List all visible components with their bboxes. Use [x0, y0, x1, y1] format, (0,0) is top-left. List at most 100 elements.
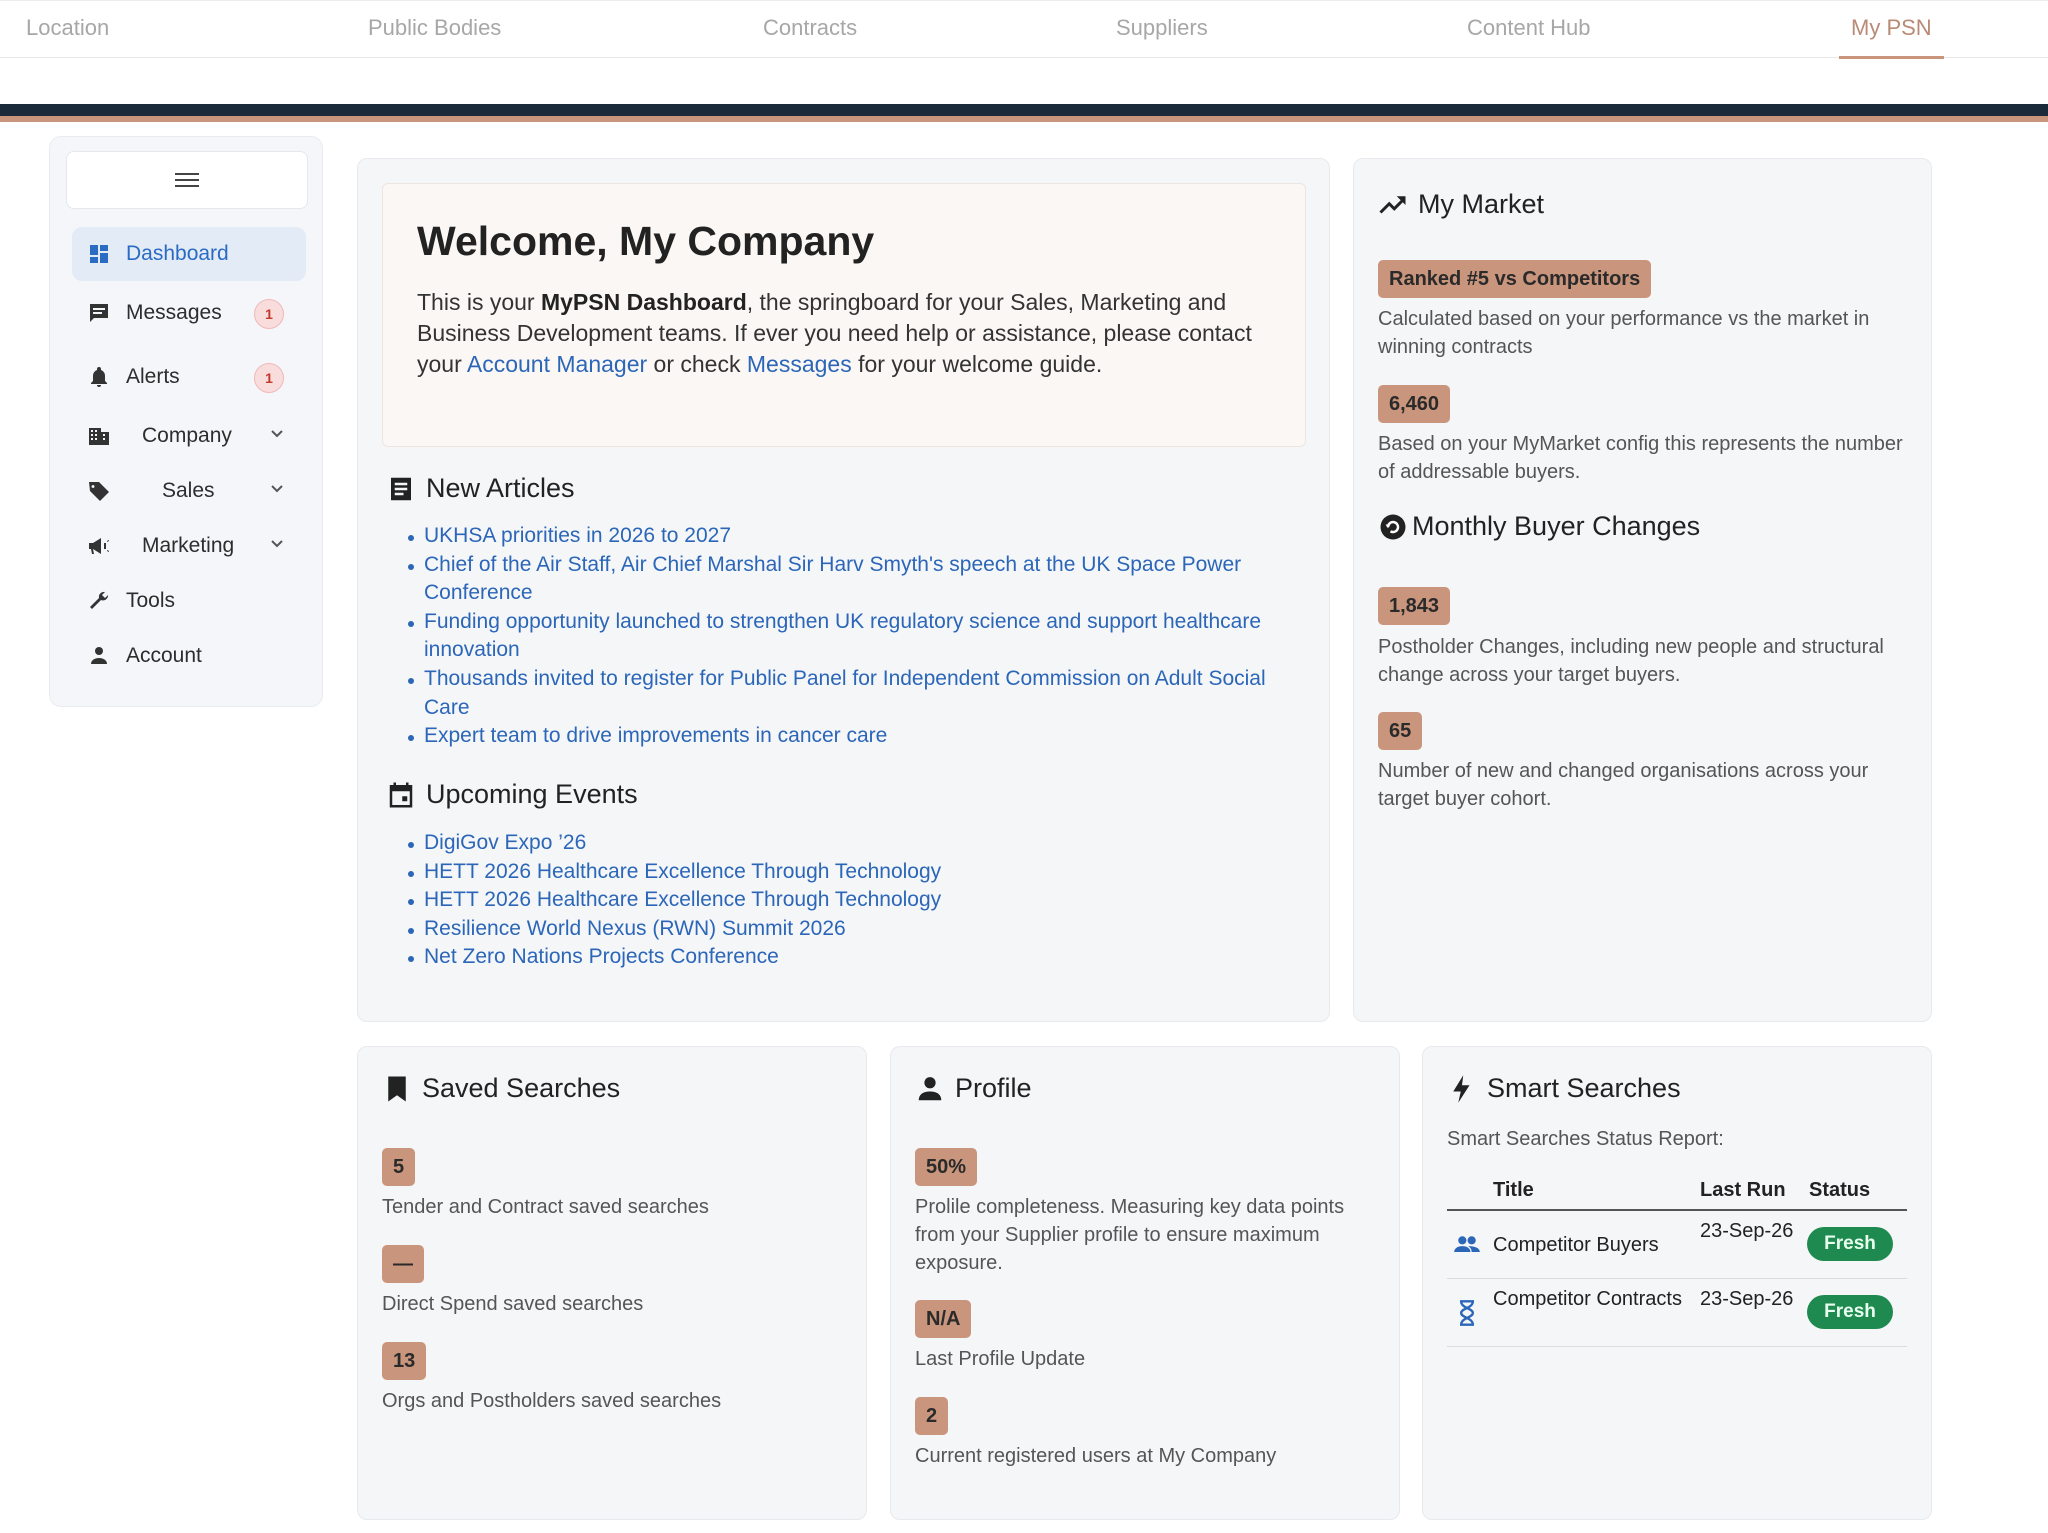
- event-link[interactable]: HETT 2026 Healthcare Excellence Through …: [404, 886, 1304, 915]
- direct-spend-count-badge: —: [382, 1245, 424, 1283]
- account-manager-link[interactable]: Account Manager: [467, 351, 647, 377]
- menu-toggle-button[interactable]: [66, 151, 308, 209]
- last-profile-update-description: Last Profile Update: [915, 1348, 1086, 1370]
- profile-completeness-description: Prolile completeness. Measuring key data…: [915, 1196, 1345, 1274]
- event-link[interactable]: DigiGov Expo ’26: [404, 829, 1304, 858]
- section-title: Smart Searches: [1487, 1073, 1681, 1103]
- registered-users-description: Current registered users at My Company: [915, 1445, 1277, 1467]
- sidebar-item-label: Tools: [126, 589, 176, 612]
- articles-list: UKHSA priorities in 2026 to 2027 Chief o…: [404, 522, 1304, 751]
- sidebar-item-tools[interactable]: Tools: [72, 574, 306, 628]
- article-link[interactable]: Expert team to drive improvements in can…: [404, 722, 1304, 751]
- nav-suppliers[interactable]: Suppliers: [1116, 15, 1208, 59]
- dashboard-icon: [86, 241, 112, 267]
- event-link[interactable]: Net Zero Nations Projects Conference: [404, 943, 1304, 972]
- header-accent-bar: [0, 116, 2048, 122]
- monthly-buyer-changes-heading: Monthly Buyer Changes: [1378, 511, 1700, 542]
- welcome-panel: Welcome, My Company This is your MyPSN D…: [357, 158, 1330, 1022]
- header-dark-bar: [0, 104, 2048, 116]
- sidebar-item-marketing[interactable]: Marketing: [72, 519, 306, 573]
- tender-saved-count-badge: 5: [382, 1148, 416, 1186]
- sidebar-item-label: Company: [142, 424, 232, 447]
- registered-users-badge: 2: [915, 1397, 949, 1435]
- smart-searches-table: Title Last Run Status Competitor Buyers …: [1447, 1175, 1907, 1347]
- orgs-saved-description: Orgs and Postholders saved searches: [382, 1390, 722, 1412]
- row-title: Competitor Contracts: [1493, 1288, 1682, 1310]
- message-icon: [86, 300, 112, 326]
- table-header: Title Last Run Status: [1447, 1175, 1907, 1211]
- people-icon: [1454, 1236, 1480, 1252]
- my-market-heading: My Market: [1378, 189, 1544, 220]
- event-link[interactable]: Resilience World Nexus (RWN) Summit 2026: [404, 915, 1304, 944]
- bookmark-icon: [388, 1076, 406, 1101]
- sidebar-item-alerts[interactable]: Alerts 1: [72, 350, 306, 404]
- section-title: Saved Searches: [422, 1073, 621, 1103]
- profile-heading: Profile: [915, 1073, 1032, 1104]
- postholder-description: Postholder Changes, including new people…: [1378, 636, 1884, 686]
- nav-public-bodies[interactable]: Public Bodies: [368, 15, 501, 59]
- last-profile-update-badge: N/A: [915, 1300, 972, 1338]
- row-last-run: 23-Sep-26: [1700, 1220, 1794, 1242]
- smart-searches-heading: Smart Searches: [1447, 1073, 1681, 1104]
- buyers-count-badge: 6,460: [1378, 385, 1451, 423]
- refresh-icon: [1380, 514, 1406, 539]
- org-changes-badge: 65: [1378, 712, 1423, 750]
- nav-contracts[interactable]: Contracts: [763, 15, 857, 59]
- nav-my-psn[interactable]: My PSN: [1839, 15, 1944, 59]
- orgs-saved-count-badge: 13: [382, 1342, 427, 1380]
- article-link[interactable]: Chief of the Air Staff, Air Chief Marsha…: [404, 551, 1304, 608]
- row-title: Competitor Buyers: [1493, 1234, 1659, 1256]
- person-icon: [86, 643, 112, 669]
- sidebar-item-dashboard[interactable]: Dashboard: [72, 227, 306, 281]
- column-title: Title: [1493, 1179, 1534, 1201]
- my-market-panel: My Market Ranked #5 vs Competitors Calcu…: [1353, 158, 1932, 1022]
- sidebar-item-label: Sales: [162, 479, 215, 502]
- article-link[interactable]: UKHSA priorities in 2026 to 2027: [404, 522, 1304, 551]
- article-link[interactable]: Funding opportunity launched to strength…: [404, 608, 1304, 665]
- messages-count-badge: 1: [254, 299, 284, 329]
- section-title: Monthly Buyer Changes: [1412, 511, 1701, 541]
- sidebar-item-label: Account: [126, 644, 202, 667]
- column-status: Status: [1809, 1179, 1871, 1201]
- welcome-box: Welcome, My Company This is your MyPSN D…: [382, 183, 1306, 447]
- tender-saved-description: Tender and Contract saved searches: [382, 1196, 709, 1218]
- building-icon: [86, 423, 112, 449]
- profile-panel: Profile 50% Prolile completeness. Measur…: [890, 1046, 1400, 1520]
- messages-link[interactable]: Messages: [747, 351, 852, 377]
- nav-content-hub[interactable]: Content Hub: [1467, 15, 1591, 59]
- lightning-icon: [1453, 1074, 1470, 1103]
- sidebar-item-sales[interactable]: Sales: [72, 464, 306, 518]
- welcome-text-part: or check: [647, 351, 747, 377]
- wrench-icon: [86, 588, 112, 614]
- trending-up-icon: [1379, 195, 1406, 214]
- buyers-description: Based on your MyMarket config this repre…: [1378, 433, 1903, 483]
- smart-searches-subtitle: Smart Searches Status Report:: [1447, 1128, 1724, 1150]
- sidebar-item-company[interactable]: Company: [72, 409, 306, 463]
- new-articles-heading: New Articles: [386, 473, 575, 504]
- alerts-count-badge: 1: [254, 363, 284, 393]
- sidebar-item-messages[interactable]: Messages 1: [72, 286, 306, 340]
- page-title: Welcome, My Company: [417, 218, 875, 264]
- saved-searches-heading: Saved Searches: [382, 1073, 620, 1104]
- chevron-down-icon: [271, 540, 283, 548]
- welcome-text: This is your MyPSN Dashboard, the spring…: [417, 287, 1277, 380]
- nav-location[interactable]: Location: [26, 15, 109, 59]
- upcoming-events-heading: Upcoming Events: [386, 779, 638, 810]
- table-row[interactable]: Competitor Contracts 23-Sep-26 Fresh: [1447, 1279, 1907, 1347]
- status-badge: Fresh: [1807, 1227, 1893, 1261]
- article-link[interactable]: Thousands invited to register for Public…: [404, 665, 1304, 722]
- chevron-down-icon: [271, 485, 283, 493]
- article-icon: [391, 477, 411, 500]
- direct-spend-description: Direct Spend saved searches: [382, 1293, 644, 1315]
- smart-searches-panel: Smart Searches Smart Searches Status Rep…: [1422, 1046, 1932, 1520]
- welcome-bold-text: MyPSN Dashboard: [540, 289, 747, 315]
- event-link[interactable]: HETT 2026 Healthcare Excellence Through …: [404, 858, 1304, 887]
- table-row[interactable]: Competitor Buyers 23-Sep-26 Fresh: [1447, 1211, 1907, 1279]
- top-navigation: Location Public Bodies Contracts Supplie…: [0, 0, 2048, 59]
- postholder-changes-badge: 1,843: [1378, 587, 1451, 625]
- sidebar-item-account[interactable]: Account: [72, 629, 306, 683]
- rank-description: Calculated based on your performance vs …: [1378, 308, 1870, 358]
- sidebar-item-label: Messages: [126, 301, 222, 324]
- rank-badge: Ranked #5 vs Competitors: [1378, 260, 1652, 298]
- sidebar-item-label: Alerts: [126, 365, 180, 388]
